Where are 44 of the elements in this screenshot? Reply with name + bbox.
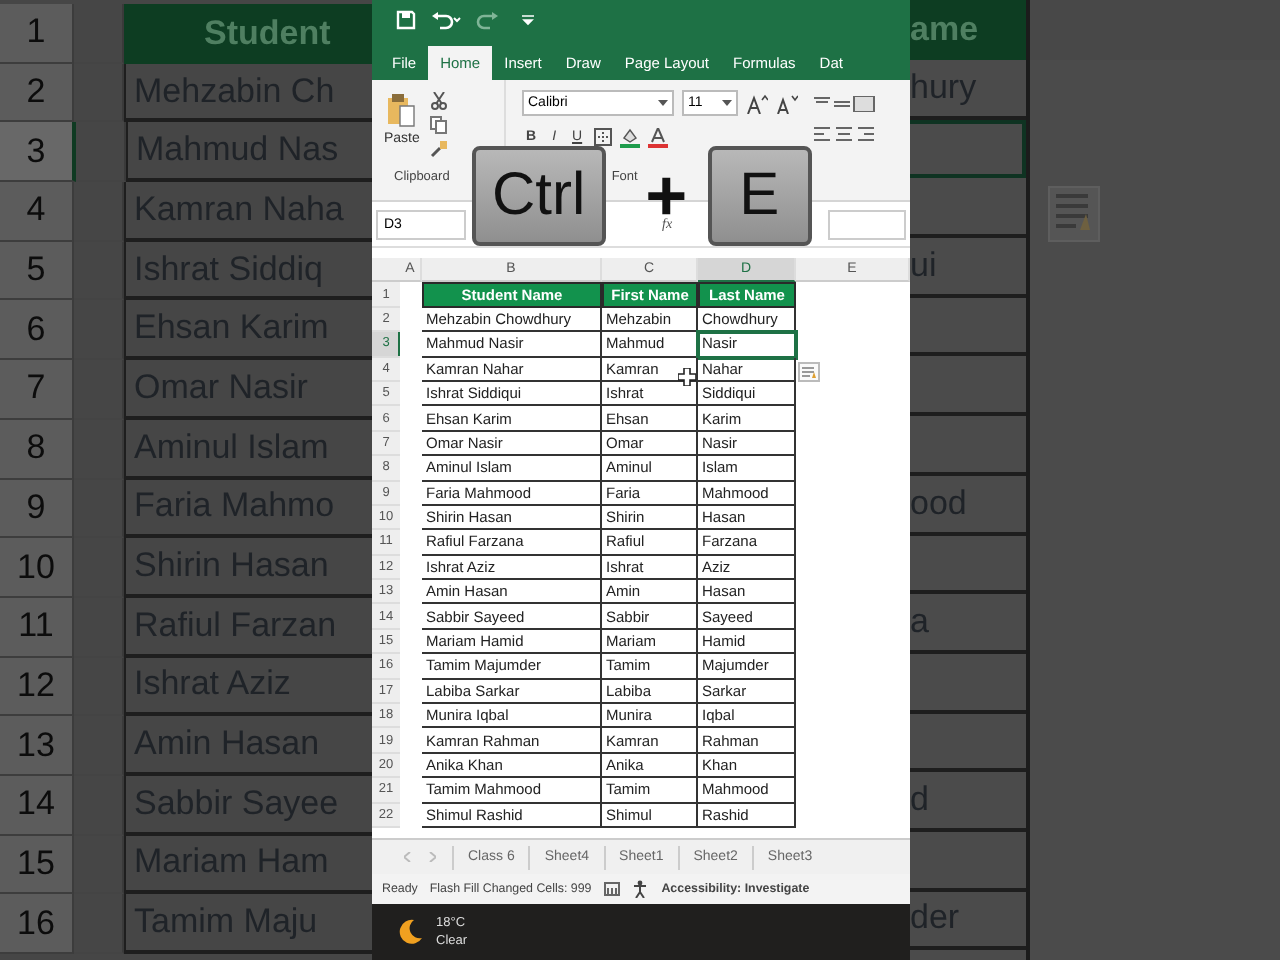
row-number: 10 (0, 538, 74, 598)
customize-icon[interactable] (522, 14, 534, 26)
clipboard-icon[interactable] (385, 92, 418, 128)
row-number: 4 (0, 182, 74, 242)
row-number: 13 (0, 716, 74, 776)
flash-fill-options-icon[interactable] (798, 362, 820, 382)
caret-icon (722, 100, 732, 106)
row-number: 15 (0, 835, 74, 895)
key-cap: E (707, 146, 812, 246)
header-cell: ame (910, 0, 1026, 60)
fill-color-icon[interactable] (620, 127, 641, 147)
align-top-icon[interactable] (814, 96, 878, 112)
align-left-icon[interactable] (814, 126, 878, 142)
caret-icon (658, 100, 668, 106)
shrink-font-icon[interactable] (776, 93, 798, 113)
row-number: 2 (0, 63, 74, 123)
display-settings-icon[interactable] (603, 882, 620, 896)
row-number: 11 (0, 597, 74, 658)
row-number: 14 (0, 775, 74, 836)
row-number: 3 (0, 122, 76, 183)
cursor-icon (678, 368, 696, 386)
key-cap: Ctrl (472, 146, 606, 246)
plus-sign: + (645, 172, 688, 220)
header-cell: Student (124, 4, 372, 64)
undo-icon[interactable] (430, 10, 462, 30)
format-painter-icon[interactable] (429, 140, 448, 158)
formula-input[interactable] (828, 209, 906, 239)
save-icon[interactable] (396, 10, 416, 30)
moon-icon (396, 918, 424, 946)
copy-icon[interactable] (429, 116, 448, 134)
accessibility-icon[interactable] (631, 880, 650, 898)
scissors-icon[interactable] (429, 92, 448, 110)
row-number: 6 (0, 300, 74, 361)
flash-fill-options-icon (1048, 186, 1100, 242)
borders-icon[interactable] (594, 128, 613, 146)
row-number: 16 (0, 894, 74, 954)
grow-font-icon[interactable] (746, 93, 768, 113)
row-number: 5 (0, 241, 74, 301)
font-color-icon[interactable] (648, 127, 669, 147)
row-number: 1 (0, 4, 74, 64)
row-number: 9 (0, 479, 74, 539)
row-number: 12 (0, 657, 74, 717)
row-number: 8 (0, 419, 74, 479)
row-number: 7 (0, 360, 74, 420)
